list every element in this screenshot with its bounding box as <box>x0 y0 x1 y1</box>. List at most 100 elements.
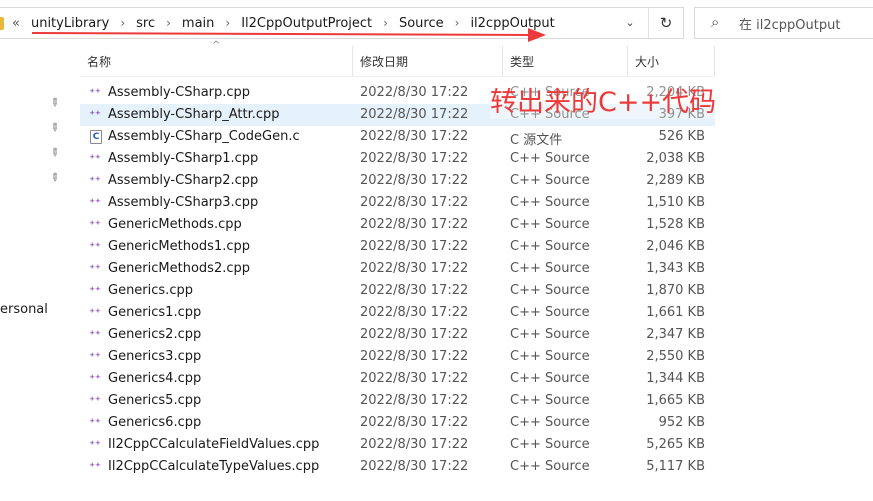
search-placeholder: 在 il2cppOutput <box>739 18 841 33</box>
file-size: 1,343 KB <box>646 261 705 276</box>
file-type: C++ Source <box>510 415 590 430</box>
search-input[interactable]: ⌕ 在 il2cppOutput <box>694 7 873 39</box>
refresh-button[interactable]: ↻ <box>648 8 683 38</box>
file-row[interactable]: ⁺⁺ Generics5.cpp 2022/8/30 17:22 C++ Source… <box>80 390 715 412</box>
column-header-name[interactable]: 名称 <box>87 48 111 76</box>
cpp-icon: ⁺⁺ <box>89 240 101 253</box>
file-size: 952 KB <box>658 415 705 430</box>
file-size: 1,661 KB <box>646 305 705 320</box>
column-divider[interactable] <box>714 46 715 76</box>
file-row[interactable]: C Assembly-CSharp_CodeGen.c 2022/8/30 17:2… <box>80 126 715 148</box>
column-divider[interactable] <box>502 46 503 76</box>
header-divider <box>80 76 715 77</box>
file-explorer-window: « unityLibrary › src › main › Il2CppOutp… <box>0 0 873 501</box>
file-type: C++ Source <box>510 305 590 320</box>
file-row[interactable]: ⁺⁺ Generics.cpp 2022/8/30 17:22 C++ Source 1… <box>80 280 715 302</box>
column-divider[interactable] <box>352 46 353 76</box>
file-type: C++ Source <box>510 239 590 254</box>
file-row[interactable]: ⁺⁺ Generics4.cpp 2022/8/30 17:22 C++ Source… <box>80 368 715 390</box>
file-name: Generics3.cpp <box>108 349 202 364</box>
file-row[interactable]: ⁺⁺ Il2CppCCalculateFieldValues.cpp 2022/8/… <box>80 434 715 456</box>
file-modified-date: 2022/8/30 17:22 <box>360 305 469 320</box>
file-type: C++ Source <box>510 261 590 276</box>
file-row[interactable]: ⁺⁺ GenericMethods.cpp 2022/8/30 17:22 C++ S… <box>80 214 715 236</box>
file-name: Generics4.cpp <box>108 371 202 386</box>
file-modified-date: 2022/8/30 17:22 <box>360 415 469 430</box>
file-modified-date: 2022/8/30 17:22 <box>360 107 469 122</box>
file-name: Il2CppCCalculateTypeValues.cpp <box>108 459 320 474</box>
pin-icon[interactable]: ✎ <box>47 120 63 136</box>
file-size: 5,117 KB <box>646 459 705 474</box>
pin-icon[interactable]: ✎ <box>47 170 63 186</box>
file-row[interactable]: ⁺⁺ Generics1.cpp 2022/8/30 17:22 C++ Source… <box>80 302 715 324</box>
file-modified-date: 2022/8/30 17:22 <box>360 371 469 386</box>
file-name: Assembly-CSharp2.cpp <box>108 173 259 188</box>
file-type: C 源文件 <box>510 133 563 148</box>
cpp-icon: ⁺⁺ <box>89 174 101 187</box>
file-modified-date: 2022/8/30 17:22 <box>360 349 469 364</box>
file-name: Generics.cpp <box>108 283 193 298</box>
pin-icon[interactable]: ✎ <box>47 95 63 111</box>
cpp-icon: ⁺⁺ <box>89 196 101 209</box>
column-header-type[interactable]: 类型 <box>510 48 534 76</box>
file-type: C++ Source <box>510 195 590 210</box>
file-modified-date: 2022/8/30 17:22 <box>360 85 469 100</box>
file-modified-date: 2022/8/30 17:22 <box>360 459 469 474</box>
column-header-date[interactable]: 修改日期 <box>360 48 408 76</box>
nav-item-personal[interactable]: ersonal <box>0 302 48 317</box>
file-row[interactable]: ⁺⁺ Generics6.cpp 2022/8/30 17:22 C++ Source… <box>80 412 715 434</box>
file-type: C++ Source <box>510 393 590 408</box>
file-size: 1,870 KB <box>646 283 705 298</box>
file-size: 526 KB <box>658 129 705 144</box>
file-row[interactable]: ⁺⁺ GenericMethods2.cpp 2022/8/30 17:22 C++ … <box>80 258 715 280</box>
file-size: 2,550 KB <box>646 349 705 364</box>
search-icon: ⌕ <box>711 13 720 31</box>
file-modified-date: 2022/8/30 17:22 <box>360 283 469 298</box>
file-name: GenericMethods.cpp <box>108 217 242 232</box>
file-modified-date: 2022/8/30 17:22 <box>360 151 469 166</box>
annotation-arrow <box>31 28 546 42</box>
folder-icon <box>0 17 4 30</box>
column-header-size[interactable]: 大小 <box>635 48 659 76</box>
file-row[interactable]: ⁺⁺ Assembly-CSharp1.cpp 2022/8/30 17:22 C++… <box>80 148 715 170</box>
file-type: C++ Source <box>510 217 590 232</box>
file-name: Assembly-CSharp_Attr.cpp <box>108 107 280 122</box>
annotation-text: 转出来的C++代码 <box>490 80 717 119</box>
cpp-icon: ⁺⁺ <box>89 262 101 275</box>
column-divider[interactable] <box>627 46 628 76</box>
cpp-icon: ⁺⁺ <box>89 394 101 407</box>
cpp-icon: ⁺⁺ <box>89 306 101 319</box>
file-type: C++ Source <box>510 371 590 386</box>
file-row[interactable]: ⁺⁺ Il2CppCCalculateTypeValues.cpp 2022/8/3… <box>80 456 715 478</box>
c-icon: C <box>90 130 102 144</box>
file-name: Assembly-CSharp1.cpp <box>108 151 259 166</box>
cpp-icon: ⁺⁺ <box>89 438 101 451</box>
file-name: Assembly-CSharp_CodeGen.c <box>108 129 300 144</box>
file-modified-date: 2022/8/30 17:22 <box>360 173 469 188</box>
file-name: GenericMethods2.cpp <box>108 261 250 276</box>
file-type: C++ Source <box>510 151 590 166</box>
file-row[interactable]: ⁺⁺ Assembly-CSharp2.cpp 2022/8/30 17:22 C++… <box>80 170 715 192</box>
file-row[interactable]: ⁺⁺ Assembly-CSharp3.cpp 2022/8/30 17:22 C++… <box>80 192 715 214</box>
cpp-icon: ⁺⁺ <box>89 372 101 385</box>
file-name: Il2CppCCalculateFieldValues.cpp <box>108 437 320 452</box>
file-modified-date: 2022/8/30 17:22 <box>360 217 469 232</box>
file-size: 2,038 KB <box>646 151 705 166</box>
file-size: 2,289 KB <box>646 173 705 188</box>
file-row[interactable]: ⁺⁺ Generics2.cpp 2022/8/30 17:22 C++ Source… <box>80 324 715 346</box>
cpp-icon: ⁺⁺ <box>89 328 101 341</box>
file-row[interactable]: ⁺⁺ GenericMethods1.cpp 2022/8/30 17:22 C++ … <box>80 236 715 258</box>
breadcrumb-overflow-button[interactable]: « <box>12 16 20 31</box>
pin-icon[interactable]: ✎ <box>47 145 63 161</box>
file-modified-date: 2022/8/30 17:22 <box>360 327 469 342</box>
file-type: C++ Source <box>510 349 590 364</box>
chevron-down-icon[interactable]: ⌄ <box>622 16 638 30</box>
file-row[interactable]: ⁺⁺ Generics3.cpp 2022/8/30 17:22 C++ Source… <box>80 346 715 368</box>
file-size: 5,265 KB <box>646 437 705 452</box>
file-modified-date: 2022/8/30 17:22 <box>360 437 469 452</box>
file-modified-date: 2022/8/30 17:22 <box>360 195 469 210</box>
cpp-icon: ⁺⁺ <box>89 86 101 99</box>
file-name: Generics5.cpp <box>108 393 202 408</box>
file-size: 2,046 KB <box>646 239 705 254</box>
file-modified-date: 2022/8/30 17:22 <box>360 393 469 408</box>
